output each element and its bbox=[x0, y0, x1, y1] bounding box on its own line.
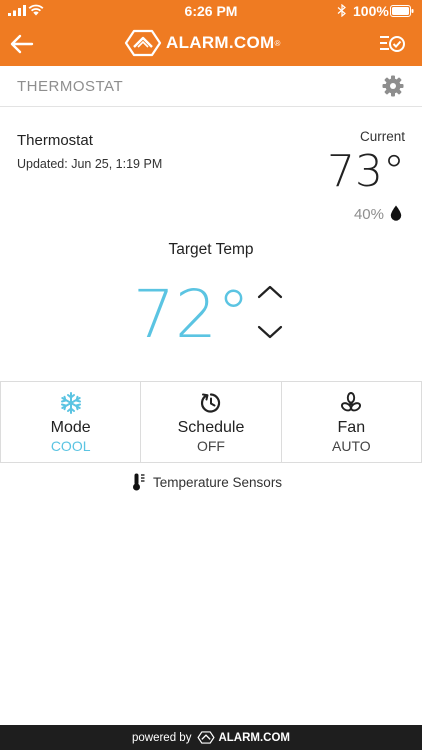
mode-value: COOL bbox=[50, 438, 91, 454]
section-title: THERMOSTAT bbox=[17, 78, 124, 95]
decrease-temp-chevron-down-icon[interactable] bbox=[255, 322, 285, 342]
fan-value: AUTO bbox=[332, 438, 371, 454]
mode-label: Mode bbox=[50, 419, 91, 436]
logo-text: ALARM.COM bbox=[166, 33, 275, 52]
schedule-value: OFF bbox=[196, 438, 225, 454]
status-bar: 6:26 PM 100% bbox=[0, 0, 422, 22]
bluetooth-icon bbox=[337, 4, 346, 17]
alarm-com-logo: ALARM.COM ® bbox=[124, 28, 280, 58]
temperature-sensors-label: Temperature Sensors bbox=[153, 474, 283, 490]
current-temp-value: 73° bbox=[327, 146, 405, 197]
settings-gear-icon[interactable] bbox=[382, 75, 404, 97]
schedule-label: Schedule bbox=[177, 419, 245, 436]
target-temp-value: 72° bbox=[133, 276, 250, 353]
app-header: 6:26 PM 100% ALARM.COM ® bbox=[0, 0, 422, 66]
battery-percent: 100% bbox=[353, 3, 389, 19]
footer-logo-text: ALARM.COM bbox=[218, 731, 290, 744]
device-name: Thermostat bbox=[17, 132, 93, 149]
water-drop-icon bbox=[390, 205, 402, 221]
schedule-clock-icon bbox=[200, 393, 221, 413]
alarm-logo-mark-icon bbox=[197, 731, 215, 744]
last-updated-text: Updated: Jun 25, 1:19 PM bbox=[17, 157, 163, 171]
logo-registered-mark: ® bbox=[274, 38, 281, 48]
fan-label: Fan bbox=[337, 419, 366, 436]
temperature-sensors-link[interactable]: Temperature Sensors bbox=[133, 472, 282, 492]
thermometer-icon bbox=[133, 473, 145, 491]
mode-button[interactable]: Mode COOL bbox=[0, 382, 142, 462]
activity-checklist-icon[interactable] bbox=[378, 32, 406, 56]
schedule-button[interactable]: Schedule OFF bbox=[141, 382, 282, 462]
snowflake-icon bbox=[60, 392, 81, 414]
target-temp-label: Target Temp bbox=[168, 241, 254, 258]
thermostat-controls: Mode COOL Schedule OFF Fan AUTO bbox=[0, 381, 422, 463]
fan-icon bbox=[341, 392, 362, 412]
fan-button[interactable]: Fan AUTO bbox=[282, 382, 422, 462]
powered-by-footer: powered by ALARM.COM bbox=[0, 725, 422, 750]
current-temp-label: Current bbox=[359, 129, 405, 144]
increase-temp-chevron-up-icon[interactable] bbox=[255, 282, 285, 302]
section-bar: THERMOSTAT bbox=[0, 66, 422, 107]
alarm-logo-mark-icon bbox=[124, 29, 162, 57]
powered-by-text: powered by bbox=[131, 731, 192, 744]
battery-icon bbox=[390, 5, 414, 17]
back-arrow-icon[interactable] bbox=[8, 30, 36, 58]
humidity-value: 40% bbox=[353, 206, 384, 223]
